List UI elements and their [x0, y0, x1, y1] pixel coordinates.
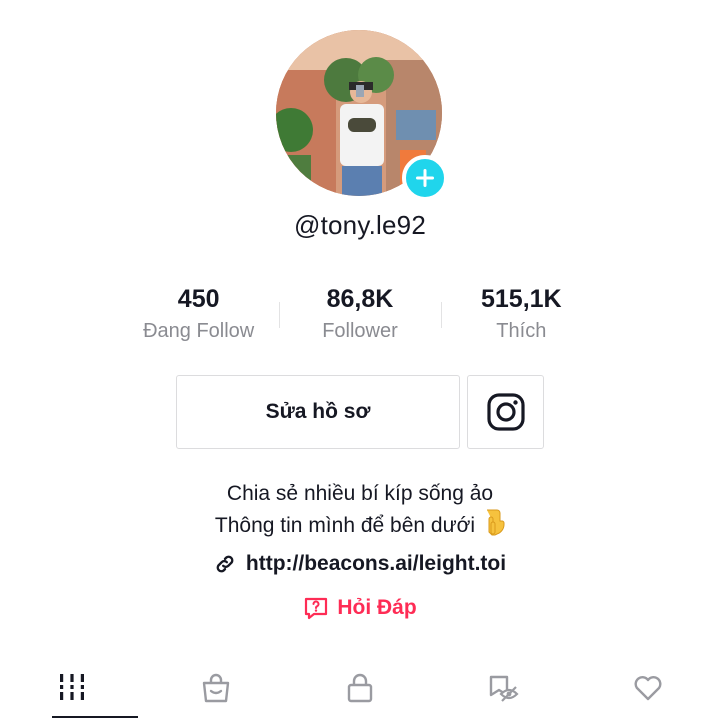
instagram-button[interactable] — [467, 375, 544, 449]
grid-icon — [57, 674, 87, 700]
tab-liked[interactable] — [576, 660, 720, 720]
stat-followers-value: 86,8K — [326, 285, 394, 313]
tab-shop[interactable] — [144, 660, 288, 720]
bio: Chia sẻ nhiều bí kíp sống ảo Thông tin m… — [0, 480, 720, 544]
repost-eye-off-icon — [489, 675, 519, 702]
website-link[interactable]: http://beacons.ai/leight.toi — [0, 552, 720, 576]
stat-likes-label: Thích — [496, 320, 547, 342]
instagram-icon — [486, 393, 525, 431]
tab-reposts[interactable] — [432, 660, 576, 720]
username: @tony.le92 — [294, 210, 426, 240]
profile-stats: 450 Đang Follow 86,8K Follower 515,1K Th… — [118, 284, 602, 348]
pointing-down-icon — [483, 508, 505, 544]
heart-icon — [634, 676, 662, 701]
plus-icon — [416, 169, 434, 187]
add-profile-photo-button[interactable] — [402, 155, 448, 201]
qa-button[interactable]: Hỏi Đáp — [0, 596, 720, 620]
stat-likes-value: 515,1K — [481, 285, 562, 313]
bio-line-1: Chia sẻ nhiều bí kíp sống ảo — [226, 482, 494, 505]
website-url: http://beacons.ai/leight.toi — [245, 552, 507, 575]
lock-icon — [347, 673, 373, 703]
stat-followers-label: Follower — [322, 320, 398, 342]
stat-likes[interactable]: 515,1K Thích — [440, 284, 602, 348]
profile-page: @tony.le92 450 Đang Follow 86,8K Followe… — [0, 0, 720, 720]
stat-following-value: 450 — [177, 285, 220, 313]
question-icon — [303, 596, 329, 620]
tab-private[interactable] — [288, 660, 432, 720]
bio-line-2-wrap: Thông tin mình để bên dưới — [0, 508, 720, 544]
stat-following[interactable]: 450 Đang Follow — [118, 284, 279, 348]
stat-following-label: Đang Follow — [143, 320, 255, 342]
tab-videos[interactable] — [0, 660, 144, 720]
link-icon — [214, 553, 236, 575]
shopping-bag-icon — [202, 673, 230, 703]
active-tab-indicator — [52, 716, 138, 718]
stat-followers[interactable]: 86,8K Follower — [279, 284, 440, 348]
edit-profile-button[interactable]: Sửa hồ sơ — [176, 375, 460, 449]
qa-label: Hỏi Đáp — [337, 596, 417, 619]
profile-tabs — [0, 660, 720, 720]
bio-line-2: Thông tin mình để bên dưới — [214, 514, 476, 537]
